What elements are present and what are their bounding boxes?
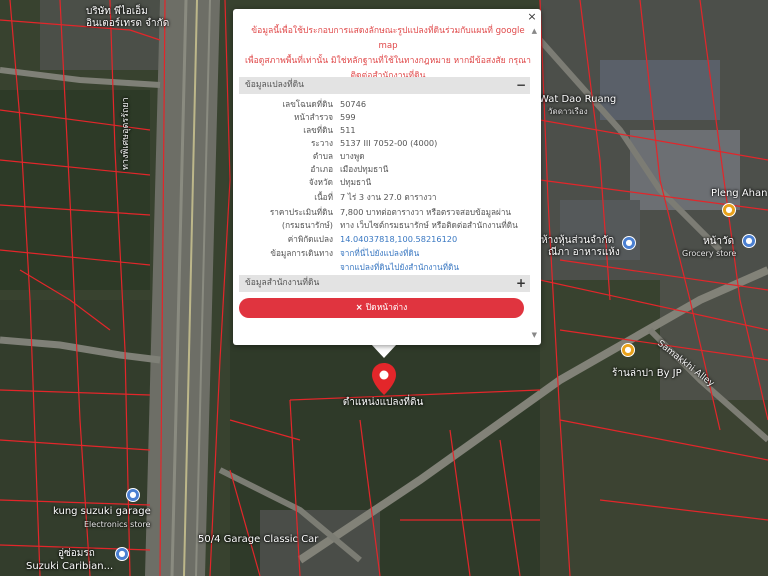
coordinates-link[interactable]: 14.04037818,100.58216120 [340, 234, 457, 244]
parcel-info-popup: × ข้อมูลนี้เพื่อใช้ประกอบการแสดงลักษณะรู… [233, 9, 541, 345]
disclaimer-line-2: เพื่อดูสภาพพื้นที่เท่านั้น มิใช่หลักฐานท… [245, 56, 531, 66]
map-label-suzuki-caribian: Suzuki Caribian... [26, 561, 114, 572]
row-value-price-2: ทาง เว็บไซต์กรมธนารักษ์ หรือติดต่อสำนักง… [340, 220, 518, 230]
row-label-subdistrict: ตำบล [312, 151, 333, 161]
map-label-suzuki-th: อู่ซ่อมรถ [58, 548, 95, 559]
row-value-district: เมืองปทุมธานี [340, 164, 389, 174]
map-label-kung-suzuki-sub: Electronics store [84, 520, 151, 529]
map-label-pleng-ahan: Pleng Ahan [711, 188, 768, 199]
close-window-label: ปิดหน้าต่าง [365, 303, 408, 313]
row-value-deed: 50746 [340, 99, 367, 109]
row-label-area: เนื้อที่ [314, 192, 333, 202]
expand-icon[interactable]: + [516, 275, 526, 292]
map-pin-icon[interactable] [372, 363, 396, 395]
scroll-up-icon[interactable]: ▲ [532, 27, 537, 35]
scroll-down-icon[interactable]: ▼ [532, 331, 537, 339]
restaurant-icon[interactable]: ● [722, 203, 736, 217]
map-label-wat-th: วัดดาวเรือง [548, 107, 588, 116]
close-window-button[interactable]: × ปิดหน้าต่าง [239, 298, 524, 318]
row-value-province: ปทุมธานี [340, 177, 372, 187]
row-label-map-sheet: ระวาง [311, 138, 333, 148]
map-label-grocery: Grocery store [682, 249, 737, 258]
route-to-office-link[interactable]: จากแปลงที่ดินไปยังสำนักงานที่ดิน [340, 262, 459, 272]
row-value-price-1: 7,800 บาทต่อตารางวา หรือตรวจสอบข้อมูลผ่า… [340, 207, 512, 217]
map-label-classic-car: 50/4 Garage Classic Car [198, 534, 319, 545]
disclaimer-line-1: ข้อมูลนี้เพื่อใช้ประกอบการแสดงลักษณะรูปแ… [251, 26, 525, 51]
map-label-kung-suzuki: kung suzuki garage [53, 506, 151, 517]
grocery-icon[interactable]: ● [742, 234, 756, 248]
section-office-header[interactable]: ข้อมูลสำนักงานที่ดิน + [239, 275, 530, 292]
row-label-land-no: เลขที่ดิน [303, 125, 333, 135]
popup-arrow [371, 344, 397, 358]
pin-label: ตำแหน่งแปลงที่ดิน [342, 397, 424, 408]
garage-icon[interactable]: ● [126, 488, 140, 502]
row-label-price-2: (กรมธนารักษ์) [281, 220, 333, 230]
map-label-shop-2: ณีภา อาหารแห้ง [548, 247, 620, 258]
map-label-shop: ห้างหุ้นส่วนจำกัด [541, 235, 615, 246]
map-label-company-2: อินเตอร์เทรด จำกัด [86, 18, 170, 29]
popup-close-icon[interactable]: × [527, 11, 537, 22]
row-label-survey-page: หน้าสำรวจ [294, 112, 333, 122]
row-label-coordinates: ค่าพิกัดแปลง [287, 234, 333, 244]
row-label-deed: เลขโฉนดที่ดิน [282, 99, 333, 109]
row-value-subdistrict: บางพูด [340, 151, 365, 161]
map-label-grocery-th: หน้าวัด [703, 236, 735, 247]
section-parcel-header[interactable]: ข้อมูลแปลงที่ดิน − [239, 77, 530, 94]
row-label-route: ข้อมูลการเดินทาง [270, 248, 333, 258]
map-label-wat: Wat Dao Ruang [539, 94, 617, 105]
section-parcel-title: ข้อมูลแปลงที่ดิน [245, 80, 304, 90]
disclaimer-text: ข้อมูลนี้เพื่อใช้ประกอบการแสดงลักษณะรูปแ… [243, 24, 533, 84]
row-value-map-sheet: 5137 III 7052-00 (4000) [340, 138, 438, 148]
row-label-province: จังหวัด [308, 177, 333, 187]
food-icon[interactable]: ● [621, 343, 635, 357]
row-value-area: 7 ไร่ 3 งาน 27.0 ตารางวา [340, 192, 437, 202]
row-value-land-no: 511 [340, 125, 356, 135]
row-label-district: อำเภอ [310, 164, 333, 174]
map-label-restaurant: ร้านล่าปา By JP [612, 368, 682, 379]
section-office-title: ข้อมูลสำนักงานที่ดิน [245, 278, 320, 288]
shop-icon[interactable]: ● [622, 236, 636, 250]
close-icon: × [355, 303, 363, 313]
row-value-survey-page: 599 [340, 112, 356, 122]
row-label-price-1: ราคาประเมินที่ดิน [269, 207, 333, 217]
route-to-parcel-link[interactable]: จากที่นี่ไปยังแปลงที่ดิน [340, 248, 419, 258]
map-label-highway: ทางพิเศษอุดรรัถยา [121, 97, 131, 170]
collapse-icon[interactable]: − [516, 77, 526, 94]
car-repair-icon[interactable]: ● [115, 547, 129, 561]
map-label-company: บริษัท พีไอเอ็ม [86, 6, 148, 17]
